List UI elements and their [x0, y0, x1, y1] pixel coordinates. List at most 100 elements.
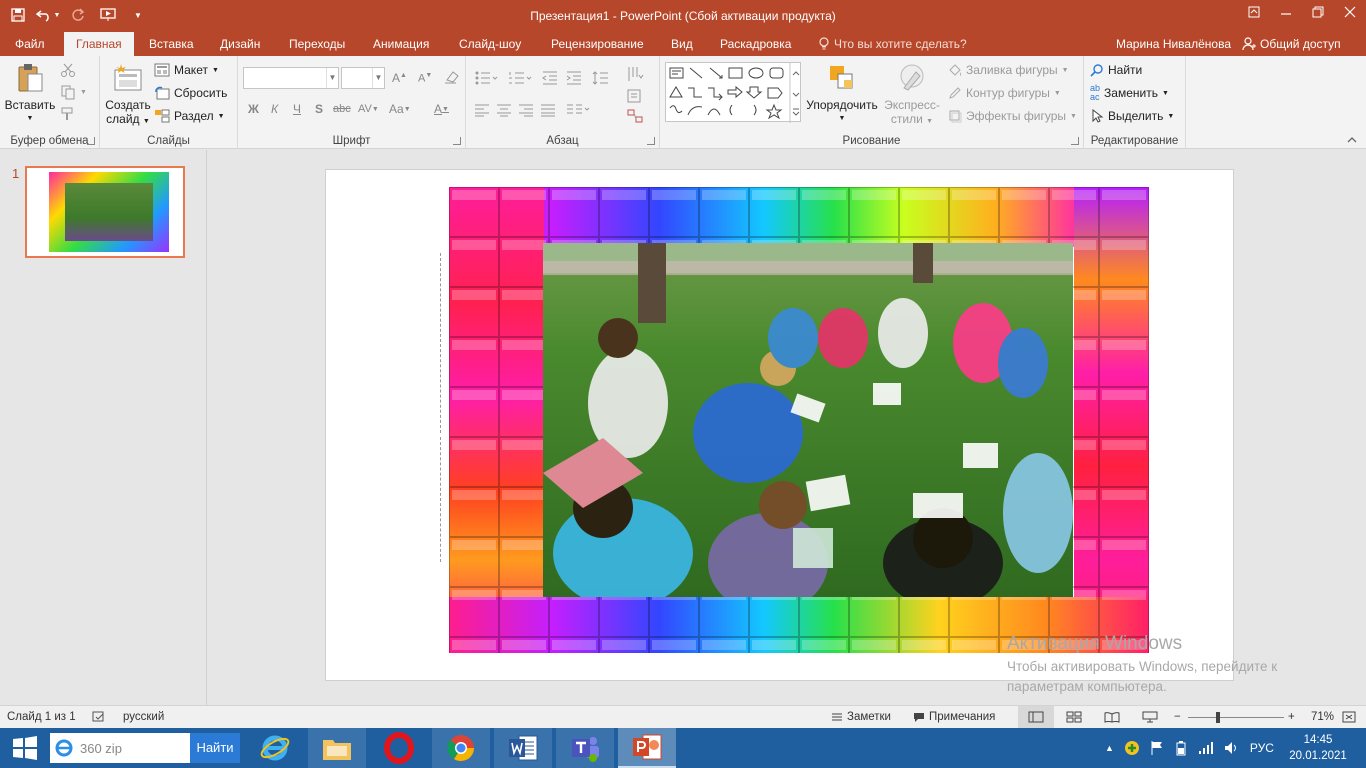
taskbar-opera[interactable] [370, 728, 428, 768]
battery-icon[interactable] [1174, 740, 1188, 756]
taskbar-search-input[interactable]: 360 zip [50, 733, 190, 763]
slide-sorter-button[interactable] [1066, 711, 1082, 723]
shape-outline-button[interactable]: Контур фигуры ▼ [948, 83, 1061, 103]
taskbar-internet-explorer[interactable] [246, 728, 304, 768]
find-button[interactable]: Найти [1090, 60, 1142, 80]
copy-button[interactable]: ▼ [60, 82, 87, 102]
minimize-button[interactable] [1270, 0, 1302, 24]
slide-thumbnail[interactable] [25, 166, 185, 258]
fit-slide-button[interactable] [1342, 711, 1356, 723]
layout-button[interactable]: Макет ▼ [154, 60, 219, 80]
shape-effects-button[interactable]: Эффекты фигуры ▼ [948, 106, 1077, 126]
notes-button[interactable]: Заметки [831, 711, 891, 723]
tab-home[interactable]: Главная [64, 32, 134, 56]
quick-styles-button[interactable]: Экспресс- стили ▼ [880, 62, 944, 129]
font-name-combo[interactable]: ▼ [243, 67, 339, 89]
tab-transitions[interactable]: Переходы [277, 32, 357, 56]
tab-file[interactable]: Файл [3, 32, 57, 56]
font-size-combo[interactable]: ▼ [341, 67, 385, 89]
increase-indent-button[interactable] [566, 68, 582, 88]
tab-view[interactable]: Вид [659, 32, 705, 56]
account-name[interactable]: Марина Нивалёнова [1116, 32, 1231, 56]
tab-slideshow[interactable]: Слайд-шоу [447, 32, 533, 56]
input-language[interactable]: РУС [1250, 741, 1274, 755]
share-button[interactable]: Общий доступ [1242, 32, 1341, 56]
tell-me-box[interactable]: Что вы хотите сделать? [818, 32, 967, 56]
select-button[interactable]: Выделить ▼ [1090, 106, 1174, 126]
clear-formatting-button[interactable] [444, 67, 460, 87]
underline-button[interactable]: Ч [293, 99, 301, 119]
decrease-font-button[interactable]: A▼ [418, 68, 432, 88]
text-direction-button[interactable] [626, 64, 644, 84]
volume-icon[interactable] [1224, 741, 1240, 755]
tab-storyboarding[interactable]: Раскадровка [708, 32, 803, 56]
comments-button[interactable]: Примечания [913, 711, 995, 723]
align-left-button[interactable] [474, 100, 490, 120]
taskbar-search-button[interactable]: Найти [190, 733, 240, 763]
tab-insert[interactable]: Вставка [137, 32, 206, 56]
italic-button[interactable]: К [271, 99, 278, 119]
bold-button[interactable]: Ж [248, 99, 259, 119]
new-slide-button[interactable]: Создать слайд ▼ [104, 62, 152, 129]
taskbar-clock[interactable]: 14:45 20.01.2021 [1288, 732, 1348, 764]
font-color-button[interactable]: A ▼ [434, 99, 449, 119]
antivirus-icon[interactable] [1124, 740, 1140, 756]
zoom-slider-track[interactable] [1188, 717, 1284, 718]
tab-design[interactable]: Дизайн [208, 32, 272, 56]
section-button[interactable]: Раздел ▼ [154, 106, 225, 126]
close-button[interactable] [1334, 0, 1366, 24]
align-right-button[interactable] [518, 100, 534, 120]
zoom-slider-thumb[interactable] [1216, 712, 1220, 723]
decrease-indent-button[interactable] [542, 68, 558, 88]
zoom-level[interactable]: 71% [1311, 711, 1334, 723]
taskbar-teams[interactable] [556, 728, 614, 768]
collapse-ribbon-button[interactable] [1346, 134, 1358, 144]
tab-animations[interactable]: Анимация [361, 32, 441, 56]
normal-view-button[interactable] [1018, 706, 1054, 728]
paste-button[interactable]: Вставить ▼ [4, 62, 56, 126]
character-spacing-button[interactable]: AV ▼ [358, 99, 379, 119]
shapes-gallery[interactable] [665, 62, 801, 123]
replace-button[interactable]: ab ac Заменить ▼ [1090, 83, 1169, 103]
columns-button[interactable] [566, 100, 590, 120]
students-photo[interactable] [543, 243, 1073, 597]
taskbar-file-explorer[interactable] [308, 728, 366, 768]
spell-check-button[interactable] [92, 711, 106, 723]
drawing-dialog-launcher[interactable] [1071, 137, 1079, 145]
taskbar-word[interactable] [494, 728, 552, 768]
tab-review[interactable]: Рецензирование [539, 32, 656, 56]
start-button[interactable] [10, 734, 40, 762]
paragraph-dialog-launcher[interactable] [647, 137, 655, 145]
format-painter-button[interactable] [60, 104, 76, 124]
bullets-button[interactable] [474, 68, 498, 88]
increase-font-button[interactable]: A▲ [392, 68, 407, 88]
numbering-button[interactable] [508, 68, 532, 88]
text-shadow-button[interactable]: S [315, 99, 323, 119]
slideshow-view-button[interactable] [1142, 711, 1158, 723]
flag-icon[interactable] [1150, 740, 1164, 756]
cut-button[interactable] [60, 60, 76, 80]
zoom-in-button[interactable]: + [1288, 711, 1295, 723]
language-indicator[interactable]: русский [123, 711, 164, 723]
justify-button[interactable] [540, 100, 556, 120]
font-dialog-launcher[interactable] [453, 137, 461, 145]
strikethrough-button[interactable]: abc [333, 99, 351, 119]
show-hidden-icons-button[interactable]: ▲ [1105, 743, 1114, 753]
change-case-button[interactable]: Aa ▼ [389, 99, 411, 119]
taskbar-chrome[interactable] [432, 728, 490, 768]
shape-fill-button[interactable]: Заливка фигуры ▼ [948, 60, 1069, 80]
signal-icon[interactable] [1198, 741, 1214, 755]
group-drawing: Упорядочить ▼ Экспресс- стили ▼ Заливка … [660, 56, 1084, 149]
taskbar-powerpoint[interactable] [618, 728, 676, 768]
reading-view-button[interactable] [1104, 711, 1120, 723]
convert-to-smartart-button[interactable] [626, 106, 644, 126]
line-spacing-button[interactable] [592, 68, 614, 88]
align-center-button[interactable] [496, 100, 512, 120]
clipboard-dialog-launcher[interactable] [87, 137, 95, 145]
zoom-out-button[interactable]: − [1174, 711, 1181, 723]
arrange-button[interactable]: Упорядочить ▼ [804, 62, 880, 126]
ribbon-display-options-button[interactable] [1238, 0, 1270, 24]
align-text-button[interactable] [626, 86, 644, 106]
reset-button[interactable]: Сбросить [154, 83, 227, 103]
restore-button[interactable] [1302, 0, 1334, 24]
